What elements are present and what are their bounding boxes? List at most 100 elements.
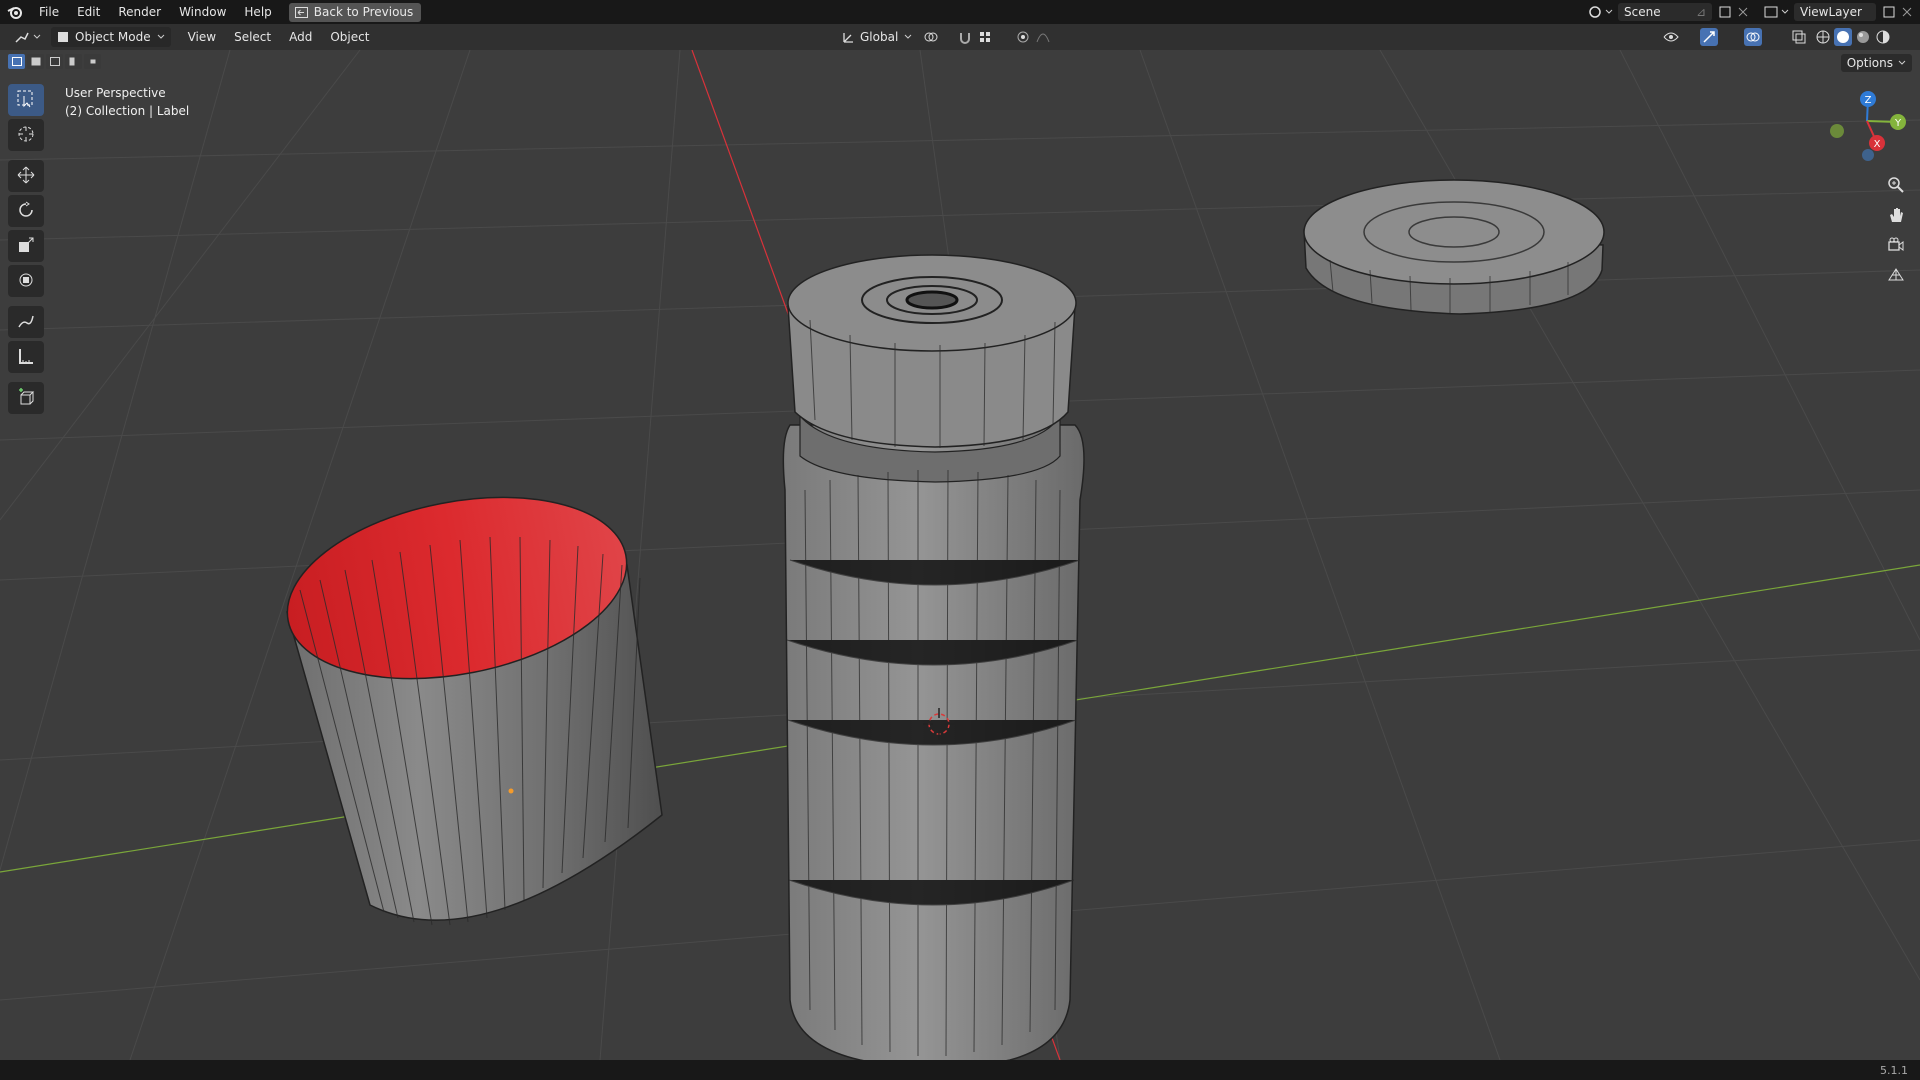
transform-icon bbox=[17, 271, 35, 292]
cursor-tool[interactable] bbox=[8, 119, 44, 151]
delete-scene-icon[interactable] bbox=[1734, 3, 1752, 21]
overlays-toggle-icon[interactable] bbox=[1744, 28, 1762, 46]
open-cylinder-mesh bbox=[286, 496, 663, 926]
scale-tool[interactable] bbox=[8, 230, 44, 262]
shading-rendered-icon[interactable] bbox=[1874, 28, 1892, 46]
viewport-header: Object Mode View Select Add Object Globa… bbox=[0, 24, 1920, 50]
falloff-icon[interactable] bbox=[1034, 28, 1052, 46]
measure-icon bbox=[17, 347, 35, 368]
transform-orientation-dropdown[interactable]: Global bbox=[836, 27, 918, 47]
select-extend-icon[interactable] bbox=[27, 54, 44, 69]
menu-view[interactable]: View bbox=[179, 25, 225, 49]
camera-view-button[interactable] bbox=[1882, 232, 1910, 260]
menu-edit[interactable]: Edit bbox=[68, 0, 109, 24]
gizmo-toggle-icon[interactable] bbox=[1700, 28, 1718, 46]
rotate-icon bbox=[17, 201, 35, 222]
grid-icon bbox=[1887, 266, 1905, 287]
chevron-down-icon bbox=[1898, 60, 1906, 66]
menu-help[interactable]: Help bbox=[235, 0, 280, 24]
menu-select[interactable]: Select bbox=[225, 25, 280, 49]
add-cube-tool[interactable] bbox=[8, 382, 44, 414]
scale-icon bbox=[17, 236, 35, 257]
viewlayer-icon[interactable] bbox=[1762, 3, 1780, 21]
snap-icon[interactable] bbox=[956, 28, 974, 46]
select-invert-icon[interactable] bbox=[65, 54, 82, 69]
pin-icon[interactable]: ⊿ bbox=[1696, 5, 1706, 19]
orientation-icon bbox=[842, 31, 855, 44]
options-dropdown[interactable]: Options bbox=[1840, 54, 1912, 72]
blender-logo[interactable] bbox=[0, 0, 30, 24]
delete-viewlayer-icon[interactable] bbox=[1898, 3, 1916, 21]
select-subtract-icon[interactable] bbox=[46, 54, 63, 69]
bottle-mesh bbox=[782, 254, 1085, 1060]
chevron-down-icon bbox=[157, 34, 165, 40]
chevron-down-icon bbox=[33, 34, 41, 40]
svg-text:Y: Y bbox=[1894, 118, 1902, 129]
menu-object[interactable]: Object bbox=[321, 25, 378, 49]
move-icon bbox=[17, 166, 35, 187]
navigation-gizmo: Z Y X bbox=[1830, 91, 1906, 161]
selection-modes bbox=[8, 54, 101, 69]
chevron-down-icon bbox=[904, 34, 912, 40]
select-new-icon[interactable] bbox=[8, 54, 25, 69]
xray-toggle-icon[interactable] bbox=[1790, 28, 1808, 46]
back-to-previous-label: Back to Previous bbox=[313, 5, 414, 19]
chevron-down-icon bbox=[1780, 3, 1790, 21]
mode-dropdown[interactable]: Object Mode bbox=[51, 27, 171, 47]
options-label: Options bbox=[1846, 56, 1893, 70]
status-bar: 5.1.1 bbox=[0, 1060, 1920, 1080]
tool-shelf bbox=[8, 84, 48, 417]
mode-label: Object Mode bbox=[75, 30, 151, 44]
shading-solid-icon[interactable] bbox=[1834, 28, 1852, 46]
visibility-icon[interactable] bbox=[1662, 28, 1680, 46]
3d-viewport[interactable]: Z Y X bbox=[0, 50, 1920, 1060]
menu-render[interactable]: Render bbox=[109, 0, 170, 24]
cursor-icon bbox=[17, 125, 35, 146]
back-icon bbox=[294, 6, 308, 18]
hand-icon bbox=[1887, 206, 1905, 227]
version-label: 5.1.1 bbox=[1880, 1064, 1908, 1077]
snap-target-icon[interactable] bbox=[976, 28, 994, 46]
proportional-edit-icon[interactable] bbox=[1014, 28, 1032, 46]
orientation-label: Global bbox=[860, 30, 899, 44]
svg-text:Z: Z bbox=[1865, 95, 1872, 106]
move-tool[interactable] bbox=[8, 160, 44, 192]
chevron-down-icon bbox=[1604, 3, 1614, 21]
new-scene-icon[interactable] bbox=[1716, 3, 1734, 21]
rotate-tool[interactable] bbox=[8, 195, 44, 227]
shading-material-icon[interactable] bbox=[1854, 28, 1872, 46]
collection-label: (2) Collection | Label bbox=[65, 104, 190, 118]
shading-wireframe-icon[interactable] bbox=[1814, 28, 1832, 46]
back-to-previous-button[interactable]: Back to Previous bbox=[288, 2, 422, 22]
measure-tool[interactable] bbox=[8, 341, 44, 373]
select-intersect-icon[interactable] bbox=[84, 54, 101, 69]
annotate-tool[interactable] bbox=[8, 306, 44, 338]
viewlayer-field[interactable]: ViewLayer bbox=[1794, 3, 1876, 21]
camera-icon bbox=[1887, 236, 1905, 257]
pivot-point-icon[interactable] bbox=[922, 28, 940, 46]
annotate-icon bbox=[17, 312, 35, 333]
scene-icon[interactable] bbox=[1586, 3, 1604, 21]
lid-mesh bbox=[1303, 179, 1605, 315]
perspective-label: User Perspective bbox=[65, 86, 166, 100]
zoom-icon bbox=[1887, 176, 1905, 197]
ortho-toggle-button[interactable] bbox=[1882, 262, 1910, 290]
menu-add[interactable]: Add bbox=[280, 25, 321, 49]
zoom-button[interactable] bbox=[1882, 172, 1910, 200]
object-origin-dot bbox=[508, 788, 514, 794]
editor-type-dropdown[interactable] bbox=[8, 27, 47, 47]
top-bar: File Edit Render Window Help Back to Pre… bbox=[0, 0, 1920, 24]
object-mode-icon bbox=[57, 31, 69, 43]
select-box-icon bbox=[17, 90, 35, 111]
transform-tool[interactable] bbox=[8, 265, 44, 297]
pan-button[interactable] bbox=[1882, 202, 1910, 230]
menu-window[interactable]: Window bbox=[170, 0, 235, 24]
menu-file[interactable]: File bbox=[30, 0, 68, 24]
svg-text:X: X bbox=[1874, 139, 1881, 150]
add-cube-icon bbox=[17, 387, 35, 409]
viewport-editor-icon bbox=[14, 30, 30, 44]
scene-field[interactable]: Scene ⊿ bbox=[1618, 3, 1712, 21]
select-box-tool[interactable] bbox=[8, 84, 44, 116]
scene-name: Scene bbox=[1624, 5, 1661, 19]
new-viewlayer-icon[interactable] bbox=[1880, 3, 1898, 21]
